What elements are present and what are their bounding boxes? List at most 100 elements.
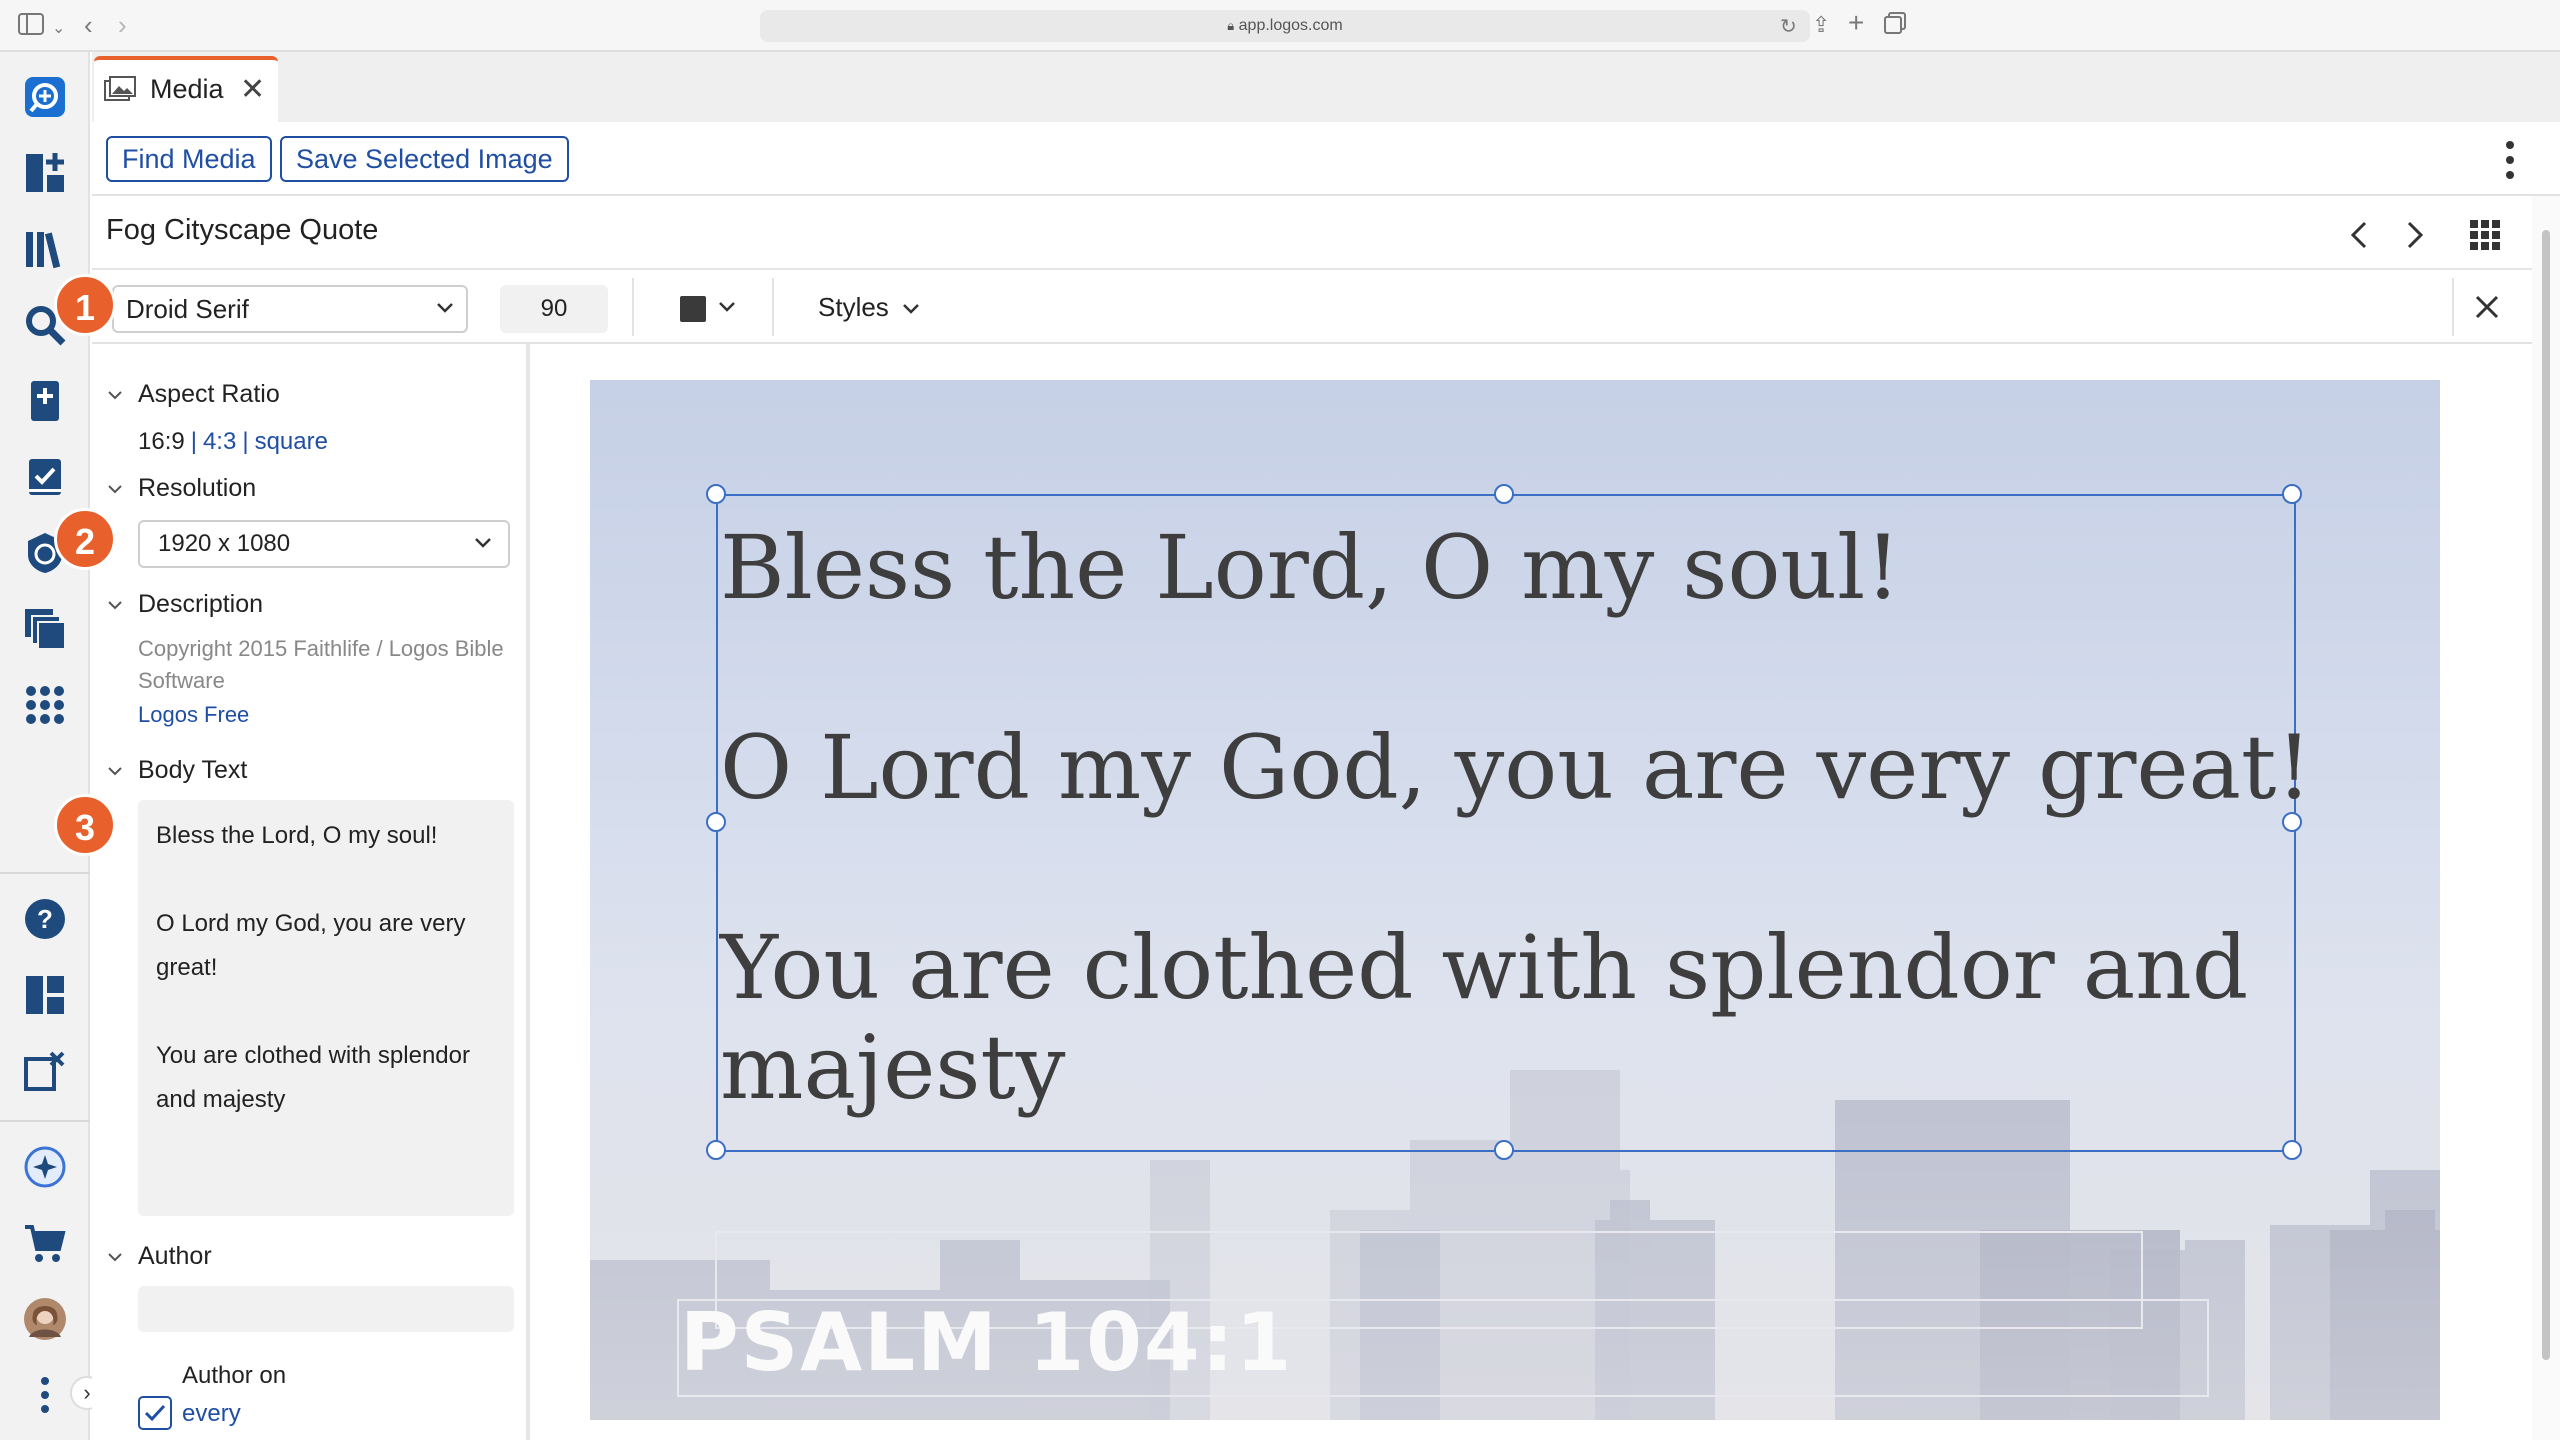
layers-icon[interactable] <box>20 604 70 654</box>
page-title: Fog Cityscape Quote <box>106 214 379 246</box>
preview-line-1: Bless the Lord, O my soul! <box>720 516 1901 619</box>
logos-free-link[interactable]: Logos Free <box>138 702 249 728</box>
body-text-box[interactable]: Bless the Lord, O my soul! O Lord my God… <box>716 494 2312 1152</box>
body-text-line: You are clothed with splendor <box>156 1042 470 1069</box>
text-color-swatch[interactable] <box>680 296 706 322</box>
body-text-line <box>156 858 496 902</box>
body-text-line: and majesty <box>156 1086 286 1113</box>
sidebar-toggle-icon[interactable] <box>18 13 44 39</box>
description-text-line1: Copyright 2015 Faithlife / Logos Bible <box>138 636 504 661</box>
resolution-heading[interactable]: Resolution <box>138 474 256 503</box>
tab-media[interactable]: Media ✕ <box>94 56 278 122</box>
resize-handle[interactable] <box>1494 484 1514 504</box>
every-label[interactable]: every <box>182 1400 241 1428</box>
tab-overview-icon[interactable] <box>1884 12 1906 38</box>
apps-grid-icon[interactable] <box>20 680 70 730</box>
aspect-16-9[interactable]: 16:9 <box>138 428 185 455</box>
bible-add-icon[interactable] <box>20 376 70 426</box>
cart-icon[interactable] <box>20 1218 70 1268</box>
dashboard-add-icon[interactable] <box>20 148 70 198</box>
svg-text:?: ? <box>37 904 53 934</box>
resize-handle[interactable] <box>706 484 726 504</box>
aspect-square[interactable]: square <box>255 428 328 455</box>
close-format-icon[interactable] <box>2474 294 2500 320</box>
help-icon[interactable]: ? <box>20 894 70 944</box>
back-icon[interactable]: ‹ <box>84 12 93 38</box>
chevron-down-icon[interactable] <box>106 762 124 780</box>
chevron-down-icon[interactable] <box>106 1248 124 1266</box>
body-text-line: great! <box>156 954 218 981</box>
aspect-ratio-heading[interactable]: Aspect Ratio <box>138 380 280 409</box>
styles-dropdown[interactable]: Styles <box>818 292 920 323</box>
resolution-select[interactable]: 1920 x 1080 <box>138 520 510 568</box>
scrollbar-thumb[interactable] <box>2542 230 2550 1360</box>
aspect-ratio-options: 16:9 | 4:3 | square <box>138 428 328 455</box>
author-every-checkbox[interactable] <box>138 1396 172 1430</box>
chevron-down-icon <box>903 304 919 314</box>
scripture-reference-text[interactable]: PSALM 104:1 <box>680 1296 1293 1389</box>
body-text-heading[interactable]: Body Text <box>138 756 247 785</box>
next-icon[interactable] <box>2404 220 2426 250</box>
resize-handle[interactable] <box>1494 1140 1514 1160</box>
logos-home-icon[interactable] <box>20 72 70 122</box>
resize-handle[interactable] <box>2282 812 2302 832</box>
library-icon[interactable] <box>20 224 70 274</box>
author-input[interactable] <box>138 1286 514 1332</box>
media-toolbar: Find Media Save Selected Image <box>92 122 2560 196</box>
description-text-line2: Software <box>138 668 225 693</box>
url-text: app.logos.com <box>1238 17 1343 34</box>
checkmark-icon <box>144 1404 166 1422</box>
save-selected-image-button[interactable]: Save Selected Image <box>280 136 569 182</box>
chevron-down-icon[interactable]: ⌄ <box>52 16 65 42</box>
close-panels-icon[interactable] <box>20 1046 70 1096</box>
browser-toolbar: ⌄ ‹ › 🔒︎ app.logos.com ↻ ⇪ + <box>0 0 2560 52</box>
previous-icon[interactable] <box>2348 220 2370 250</box>
chevron-down-icon[interactable] <box>718 300 736 314</box>
chevron-down-icon <box>437 303 453 313</box>
body-text-input[interactable]: Bless the Lord, O my soul! O Lord my God… <box>138 800 514 1216</box>
forward-icon[interactable]: › <box>118 12 127 38</box>
format-divider <box>632 278 634 336</box>
font-family-value: Droid Serif <box>126 294 249 324</box>
tab-bar <box>92 52 2560 122</box>
share-icon[interactable]: ⇪ <box>1812 12 1830 38</box>
chevron-down-icon[interactable] <box>106 596 124 614</box>
more-icon[interactable] <box>20 1370 70 1420</box>
format-divider <box>2452 278 2454 336</box>
find-media-button[interactable]: Find Media <box>106 136 272 182</box>
panel-menu-icon[interactable] <box>2500 140 2520 180</box>
scrollbar[interactable] <box>2532 196 2560 1440</box>
body-text-line <box>156 990 496 1034</box>
chevron-down-icon[interactable] <box>106 386 124 404</box>
tab-label: Media <box>150 74 224 104</box>
body-text-line: Bless the Lord, O my soul! <box>156 822 438 849</box>
description-heading[interactable]: Description <box>138 590 263 619</box>
resize-handle[interactable] <box>706 812 726 832</box>
aspect-4-3[interactable]: 4:3 <box>203 428 236 455</box>
ai-sparkle-icon[interactable] <box>20 1142 70 1192</box>
new-tab-icon[interactable]: + <box>1848 9 1864 37</box>
resize-handle[interactable] <box>2282 484 2302 504</box>
preview-line-4: majesty <box>720 1016 1066 1119</box>
chevron-down-icon[interactable] <box>106 480 124 498</box>
rail-divider <box>0 872 90 874</box>
close-icon[interactable]: ✕ <box>240 72 265 107</box>
user-avatar[interactable] <box>20 1294 70 1344</box>
gallery-grid-icon[interactable] <box>2470 220 2500 250</box>
resize-handle[interactable] <box>706 1140 726 1160</box>
rail-divider <box>0 1120 90 1122</box>
author-heading[interactable]: Author <box>138 1242 212 1271</box>
reload-icon[interactable]: ↻ <box>1780 14 1797 40</box>
author-on-label: Author on <box>182 1362 287 1389</box>
resolution-value: 1920 x 1080 <box>158 530 291 557</box>
body-text-line: O Lord my God, you are very <box>156 910 466 937</box>
preview-line-3: You are clothed with splendor and <box>720 916 2249 1019</box>
step-badge-2: 2 <box>54 508 116 570</box>
address-bar[interactable]: 🔒︎ app.logos.com <box>760 10 1810 42</box>
resize-handle[interactable] <box>2282 1140 2302 1160</box>
layout-icon[interactable] <box>20 970 70 1020</box>
checklist-icon[interactable] <box>20 452 70 502</box>
font-size-input[interactable]: 90 <box>500 285 608 333</box>
font-family-select[interactable]: Droid Serif <box>112 285 468 333</box>
step-badge-1: 1 <box>54 274 116 336</box>
